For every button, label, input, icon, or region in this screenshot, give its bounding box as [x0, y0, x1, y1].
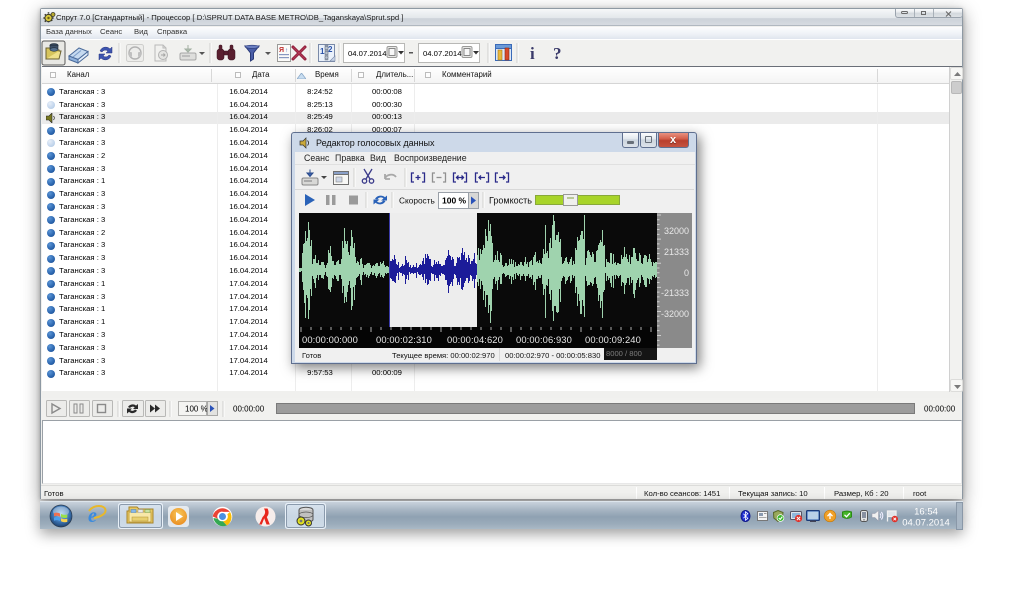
svg-text:1: 1 — [320, 47, 325, 56]
svg-text:04.07.2014: 04.07.2014 — [902, 518, 950, 529]
svg-text:i: i — [530, 44, 535, 63]
svg-text:16:54: 16:54 — [914, 507, 938, 518]
svg-text:00:00:00: 00:00:00 — [233, 405, 265, 414]
svg-text:00:00:00: 00:00:00 — [924, 405, 956, 414]
svg-text:?: ? — [553, 44, 562, 63]
svg-text:2: 2 — [328, 45, 333, 54]
svg-text:100 %: 100 % — [185, 405, 208, 414]
svg-text:↑: ↑ — [285, 48, 288, 54]
svg-text:Скорость: Скорость — [399, 196, 435, 206]
svg-text:04.07.2014: 04.07.2014 — [423, 49, 462, 58]
svg-text:Громкость: Громкость — [489, 196, 532, 206]
svg-text:04.07.2014: 04.07.2014 — [348, 49, 387, 58]
svg-text:100 %: 100 % — [442, 196, 467, 206]
svg-text:Я: Я — [279, 47, 284, 54]
